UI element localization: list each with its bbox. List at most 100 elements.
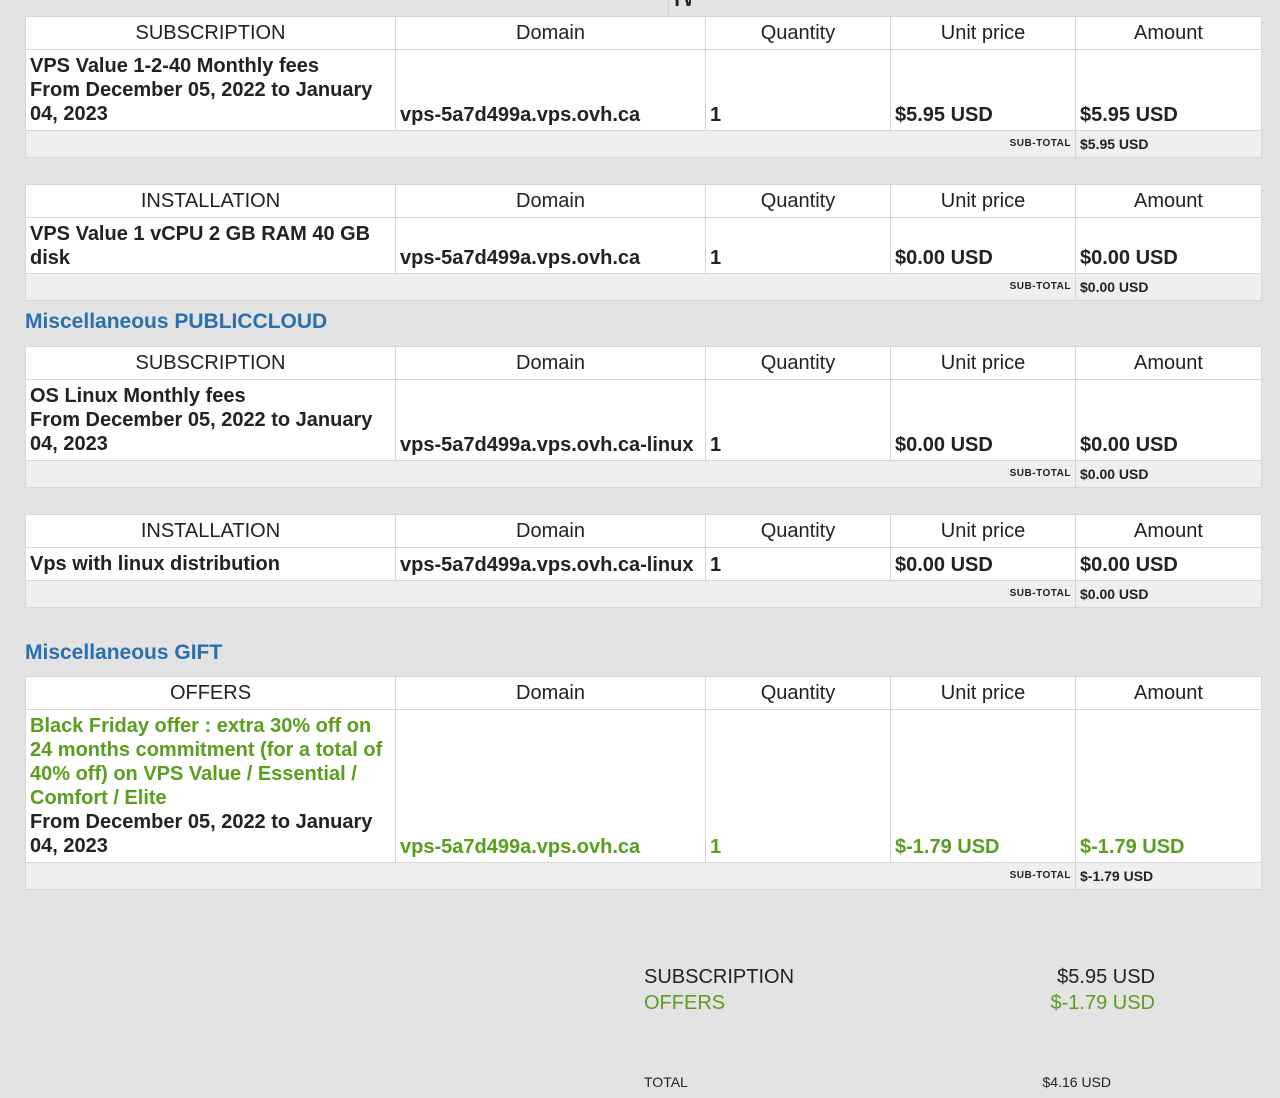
quantity-header: Quantity [705,16,891,50]
item-description: Black Friday offer : extra 30% off on 24… [25,709,396,863]
item-name: OS Linux Monthly fees [30,385,246,407]
table-header-row: INSTALLATION Domain Quantity Unit price … [25,184,1262,218]
offer-name: Black Friday offer : extra 30% off on 24… [30,715,383,809]
amount-header: Amount [1075,184,1262,218]
item-amount: $0.00 USD [1075,547,1262,581]
unit-price-header: Unit price [890,514,1076,548]
item-unit-price: $-1.79 USD [890,709,1076,863]
subtotal-value: $0.00 USD [1075,273,1262,301]
item-description: VPS Value 1 vCPU 2 GB RAM 40 GB disk [25,217,396,274]
section-title-gift: Miscellaneous GIFT [25,641,223,664]
os-subscription-table: SUBSCRIPTION Domain Quantity Unit price … [25,346,1262,488]
subtotal-value: $0.00 USD [1075,580,1262,608]
item-quantity: 1 [705,709,891,863]
item-domain: vps-5a7d499a.vps.ovh.ca-linux [395,379,706,461]
summary-total-value: $4.16 USD [1042,1074,1111,1090]
vps-subscription-table: SUBSCRIPTION Domain Quantity Unit price … [25,16,1262,158]
table-row: Black Friday offer : extra 30% off on 24… [25,709,1262,863]
item-period: From December 05, 2022 to January 04, 20… [30,811,373,857]
item-name: VPS Value 1-2-40 Monthly fees [30,55,319,77]
offers-table: OFFERS Domain Quantity Unit price Amount… [25,676,1262,890]
item-quantity: 1 [705,217,891,274]
item-unit-price: $5.95 USD [890,49,1076,131]
subtotal-row: SUB-TOTAL $-1.79 USD [25,862,1262,890]
quantity-header: Quantity [705,676,891,710]
amount-header: Amount [1075,346,1262,380]
item-description: VPS Value 1-2-40 Monthly fees From Decem… [25,49,396,131]
subtotal-row: SUB-TOTAL $0.00 USD [25,460,1262,488]
quantity-header: Quantity [705,514,891,548]
quantity-header: Quantity [705,346,891,380]
item-unit-price: $0.00 USD [890,217,1076,274]
item-amount: $0.00 USD [1075,217,1262,274]
summary-offers-value: $-1.79 USD [1050,992,1156,1014]
table-row: VPS Value 1 vCPU 2 GB RAM 40 GB disk vps… [25,217,1262,274]
subtotal-label: SUB-TOTAL [25,273,1076,301]
unit-price-header: Unit price [890,346,1076,380]
subtotal-row: SUB-TOTAL $0.00 USD [25,273,1262,301]
item-domain: vps-5a7d499a.vps.ovh.ca-linux [395,547,706,581]
item-period: From December 05, 2022 to January 04, 20… [30,79,373,125]
type-header: INSTALLATION [25,514,396,548]
item-description: Vps with linux distribution [25,547,396,581]
domain-header: Domain [395,16,706,50]
type-header: SUBSCRIPTION [25,346,396,380]
item-amount: $0.00 USD [1075,379,1262,461]
summary-offers-label: OFFERS [644,992,726,1014]
item-amount: $-1.79 USD [1075,709,1262,863]
unit-price-header: Unit price [890,676,1076,710]
domain-header: Domain [395,346,706,380]
subtotal-value: $-1.79 USD [1075,862,1262,890]
table-header-row: INSTALLATION Domain Quantity Unit price … [25,514,1262,548]
item-quantity: 1 [705,49,891,131]
item-unit-price: $0.00 USD [890,379,1076,461]
type-header: INSTALLATION [25,184,396,218]
os-installation-table: INSTALLATION Domain Quantity Unit price … [25,514,1262,608]
table-row: OS Linux Monthly fees From December 05, … [25,379,1262,461]
table-header-row: OFFERS Domain Quantity Unit price Amount [25,676,1262,710]
summary-offers-row: OFFERS $-1.79 USD [644,992,1164,1016]
type-header: SUBSCRIPTION [25,16,396,50]
unit-price-header: Unit price [890,184,1076,218]
amount-header: Amount [1075,676,1262,710]
summary-total-label: TOTAL [644,1074,688,1090]
section-title-publiccloud: Miscellaneous PUBLICCLOUD [25,310,328,333]
item-domain: vps-5a7d499a.vps.ovh.ca [395,217,706,274]
domain-header: Domain [395,514,706,548]
item-quantity: 1 [705,547,891,581]
summary-subscription-value: $5.95 USD [1057,966,1155,988]
table-header-row: SUBSCRIPTION Domain Quantity Unit price … [25,346,1262,380]
domain-header: Domain [395,184,706,218]
summary-subscription-label: SUBSCRIPTION [644,966,795,988]
item-domain: vps-5a7d499a.vps.ovh.ca [395,49,706,131]
vps-installation-table: INSTALLATION Domain Quantity Unit price … [25,184,1262,301]
item-domain: vps-5a7d499a.vps.ovh.ca [395,709,706,863]
subtotal-label: SUB-TOTAL [25,130,1076,158]
subtotal-label: SUB-TOTAL [25,580,1076,608]
item-period: From December 05, 2022 to January 04, 20… [30,409,373,455]
item-quantity: 1 [705,379,891,461]
subtotal-value: $0.00 USD [1075,460,1262,488]
table-header-row: SUBSCRIPTION Domain Quantity Unit price … [25,16,1262,50]
subtotal-row: SUB-TOTAL $5.95 USD [25,130,1262,158]
subtotal-label: SUB-TOTAL [25,862,1076,890]
item-description: OS Linux Monthly fees From December 05, … [25,379,396,461]
item-name: VPS Value 1 vCPU 2 GB RAM 40 GB disk [30,223,371,269]
table-row: Vps with linux distribution vps-5a7d499a… [25,547,1262,581]
quantity-header: Quantity [705,184,891,218]
summary-total-row: TOTAL $4.16 USD [644,1074,1164,1098]
type-header: OFFERS [25,676,396,710]
subtotal-row: SUB-TOTAL $0.00 USD [25,580,1262,608]
unit-price-header: Unit price [890,16,1076,50]
summary-subscription-row: SUBSCRIPTION $5.95 USD [644,966,1164,990]
item-amount: $5.95 USD [1075,49,1262,131]
amount-header: Amount [1075,514,1262,548]
amount-header: Amount [1075,16,1262,50]
domain-header: Domain [395,676,706,710]
subtotal-label: SUB-TOTAL [25,460,1076,488]
header-fragment: TW [668,0,691,16]
item-name: Vps with linux distribution [30,553,280,575]
table-row: VPS Value 1-2-40 Monthly fees From Decem… [25,49,1262,131]
item-unit-price: $0.00 USD [890,547,1076,581]
subtotal-value: $5.95 USD [1075,130,1262,158]
